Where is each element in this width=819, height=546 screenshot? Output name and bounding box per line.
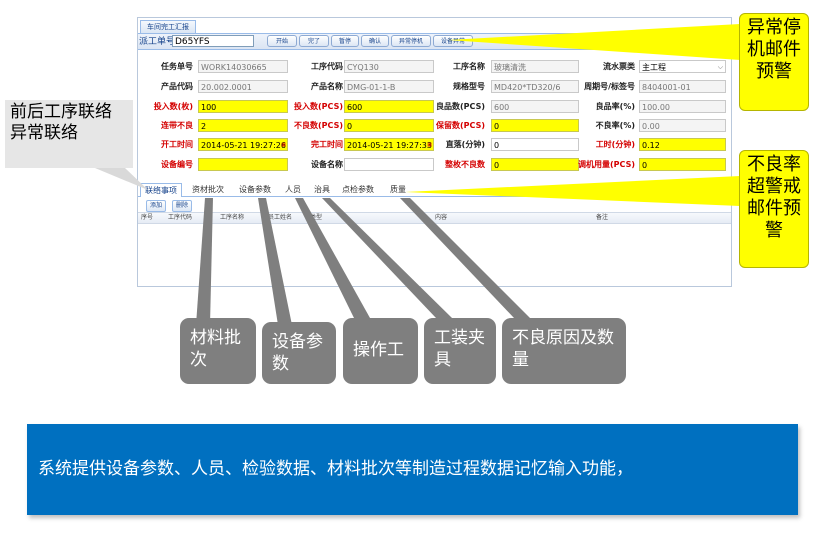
fixture-box: 工装夹具 <box>424 318 496 384</box>
defect-reason-box: 不良原因及数量 <box>502 318 626 384</box>
material-pointer <box>196 198 213 325</box>
abnormal-stop-callout: 异常停机邮件预警 <box>739 13 809 111</box>
top-right-pointer <box>448 24 740 60</box>
contact-callout: 前后工序联络异常联络 <box>5 100 133 168</box>
material-batch-box: 材料批次 <box>180 318 256 384</box>
right-pointer <box>405 176 740 206</box>
fixture-pointer <box>322 198 452 318</box>
device-params-box: 设备参数 <box>262 322 336 384</box>
defect-rate-callout: 不良率超警戒邮件预警 <box>739 150 809 268</box>
summary-banner: 系统提供设备参数、人员、检验数据、材料批次等制造过程数据记忆输入功能， <box>27 424 798 515</box>
operator-pointer <box>295 198 370 318</box>
device-pointer <box>258 198 292 325</box>
left-pointer <box>95 168 148 190</box>
operator-box: 操作工 <box>343 318 418 384</box>
